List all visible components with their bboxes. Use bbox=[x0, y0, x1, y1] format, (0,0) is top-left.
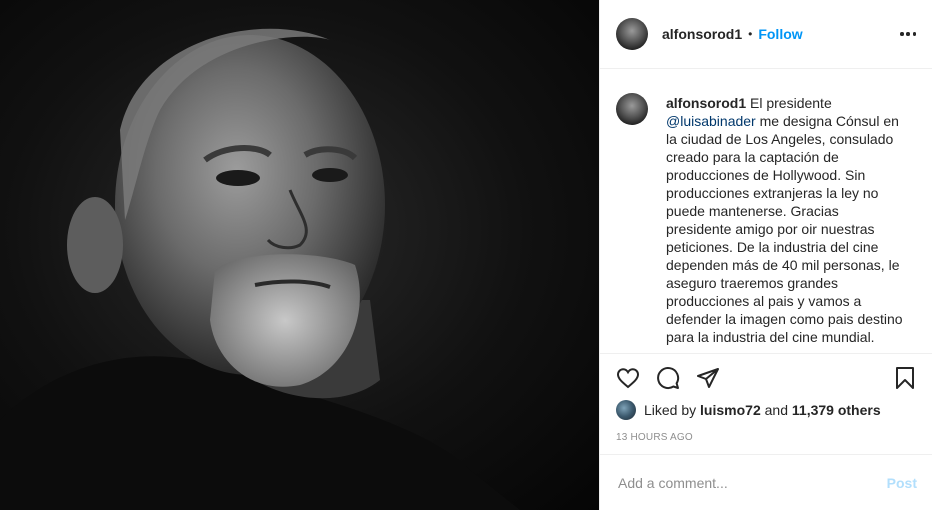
caption-section: alfonsorod1 El presidente @luisabinader … bbox=[600, 69, 932, 354]
bookmark-icon[interactable] bbox=[893, 366, 917, 390]
likes-others-link[interactable]: 11,379 others bbox=[792, 402, 881, 418]
post-header: alfonsorod1 • Follow bbox=[600, 0, 932, 69]
caption-text: alfonsorod1 El presidente @luisabinader … bbox=[666, 94, 906, 353]
likes-summary: Liked by luismo72 and 11,379 others bbox=[616, 400, 881, 420]
portrait-illustration bbox=[0, 28, 520, 510]
paper-plane-icon[interactable] bbox=[696, 366, 720, 390]
comment-form: Post bbox=[600, 454, 932, 510]
caption-mention-link[interactable]: @luisabinader bbox=[666, 113, 756, 129]
liker-avatar[interactable] bbox=[616, 400, 636, 420]
action-bar bbox=[600, 354, 932, 402]
caption-author-avatar[interactable] bbox=[616, 93, 648, 125]
caption-username[interactable]: alfonsorod1 bbox=[666, 95, 746, 111]
post-timestamp[interactable]: 13 HOURS AGO bbox=[616, 432, 693, 443]
likes-prefix: Liked by bbox=[644, 402, 697, 418]
separator-dot: • bbox=[748, 27, 753, 41]
caption-body: me designa Cónsul en la ciudad de Los An… bbox=[666, 113, 903, 345]
comment-icon[interactable] bbox=[656, 366, 680, 390]
post-comment-button[interactable]: Post bbox=[887, 475, 917, 491]
liked-by-user-link[interactable]: luismo72 bbox=[700, 402, 761, 418]
more-options-icon[interactable] bbox=[900, 26, 916, 42]
author-avatar[interactable] bbox=[616, 18, 648, 50]
follow-button[interactable]: Follow bbox=[758, 26, 802, 42]
comment-input[interactable] bbox=[616, 473, 887, 492]
author-username[interactable]: alfonsorod1 bbox=[662, 26, 742, 42]
likes-and: and bbox=[764, 402, 788, 418]
heart-icon[interactable] bbox=[616, 366, 640, 390]
caption-prefix: El presidente bbox=[750, 95, 832, 111]
post-photo[interactable] bbox=[0, 0, 599, 510]
post-sidebar: alfonsorod1 • Follow alfonsorod1 El pres… bbox=[599, 0, 932, 510]
